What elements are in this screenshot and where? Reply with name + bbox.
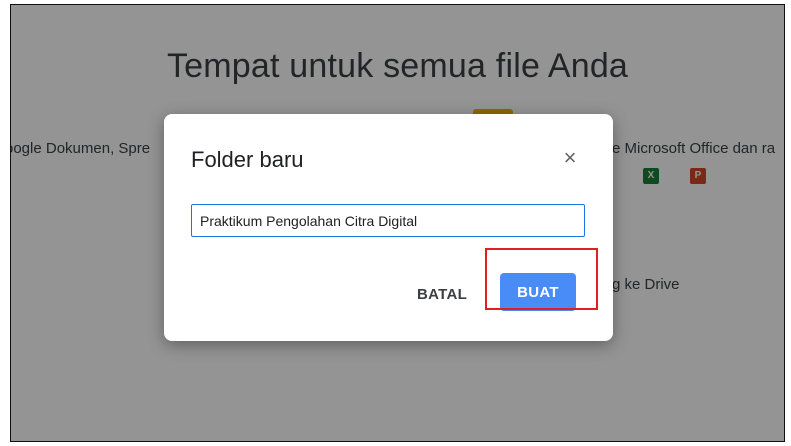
cancel-button[interactable]: BATAL [407, 278, 477, 310]
dialog-title: Folder baru [191, 147, 304, 172]
close-icon[interactable]: × [558, 147, 582, 171]
new-folder-dialog: Folder baru × BATAL BUAT [164, 114, 613, 341]
folder-name-input[interactable] [191, 204, 585, 237]
drive-page: Tempat untuk semua file Anda oogle Dokum… [10, 4, 785, 442]
create-button[interactable]: BUAT [500, 273, 576, 311]
